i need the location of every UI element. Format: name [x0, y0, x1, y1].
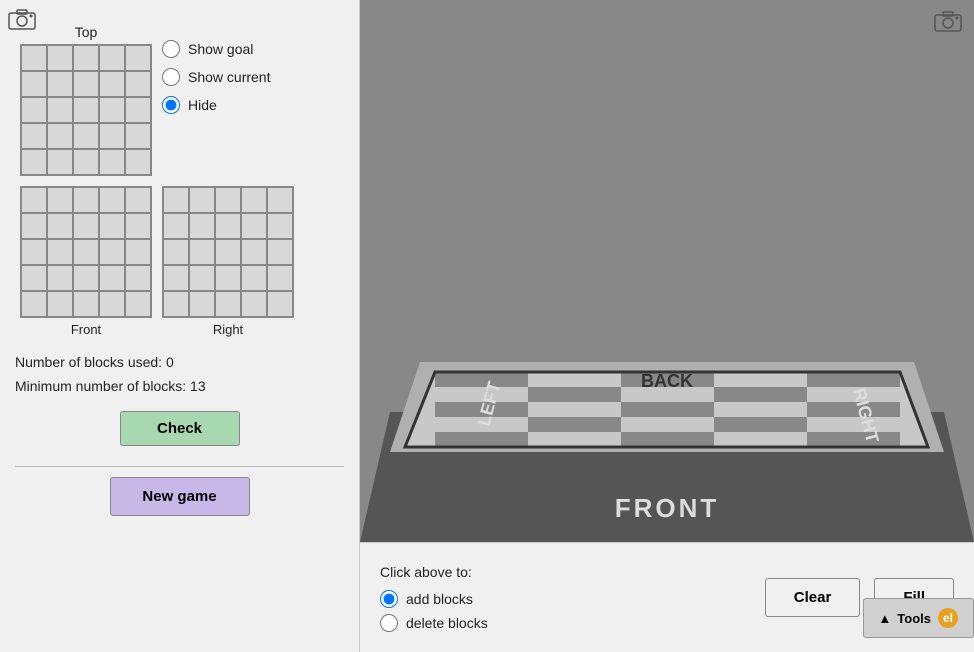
svg-text:BACK: BACK [641, 371, 693, 391]
show-current-option[interactable]: Show current [162, 68, 270, 86]
top-grid[interactable] [20, 44, 152, 176]
hide-label: Hide [188, 97, 217, 113]
3d-viewport[interactable]: FRONT LEFT RIGHT BACK [360, 0, 974, 542]
show-goal-option[interactable]: Show goal [162, 40, 270, 58]
show-goal-label: Show goal [188, 41, 253, 57]
right-grid-container: Right [162, 186, 294, 337]
show-current-radio[interactable] [162, 68, 180, 86]
delete-blocks-label: delete blocks [406, 615, 488, 631]
clear-button[interactable]: Clear [765, 578, 861, 617]
svg-text:FRONT: FRONT [615, 493, 720, 523]
tools-button[interactable]: ▲ Tools el [863, 598, 974, 638]
add-blocks-option[interactable]: add blocks [380, 590, 745, 608]
add-blocks-radio[interactable] [380, 590, 398, 608]
new-game-button[interactable]: New game [110, 477, 250, 516]
right-label: Right [213, 322, 243, 337]
min-blocks-stat: Minimum number of blocks: 13 [15, 375, 344, 399]
blocks-used-stat: Number of blocks used: 0 [15, 351, 344, 375]
tools-label: Tools [897, 611, 931, 626]
click-instruction: Click above to: [380, 564, 745, 580]
check-button[interactable]: Check [120, 411, 240, 446]
divider [15, 466, 344, 467]
top-label: Top [20, 24, 152, 40]
grid-cell[interactable] [21, 45, 47, 71]
triangle-icon: ▲ [878, 611, 891, 626]
tools-badge: el [937, 607, 959, 629]
add-blocks-label: add blocks [406, 591, 473, 607]
bottom-bar: Click above to: add blocks delete blocks… [360, 542, 974, 652]
bottom-left-section: Click above to: add blocks delete blocks [380, 564, 745, 632]
hide-option[interactable]: Hide [162, 96, 270, 114]
delete-blocks-radio[interactable] [380, 614, 398, 632]
delete-blocks-option[interactable]: delete blocks [380, 614, 745, 632]
view-radio-group: Show goal Show current Hide [162, 20, 270, 114]
front-label: Front [71, 322, 101, 337]
right-grid[interactable] [162, 186, 294, 318]
right-panel: FRONT LEFT RIGHT BACK Click above to: ad… [360, 0, 974, 652]
show-goal-radio[interactable] [162, 40, 180, 58]
left-panel: Top Show goal Show current Hide [0, 0, 360, 652]
show-current-label: Show current [188, 69, 270, 85]
stats-section: Number of blocks used: 0 Minimum number … [15, 351, 344, 399]
hide-radio[interactable] [162, 96, 180, 114]
front-grid-container: Front [20, 186, 152, 337]
svg-text:el: el [943, 611, 953, 625]
camera-icon-right[interactable] [934, 10, 962, 35]
camera-icon-left[interactable] [8, 8, 36, 33]
3d-scene: FRONT LEFT RIGHT BACK [360, 0, 974, 542]
top-grid-container: Top [20, 20, 152, 176]
front-grid[interactable] [20, 186, 152, 318]
